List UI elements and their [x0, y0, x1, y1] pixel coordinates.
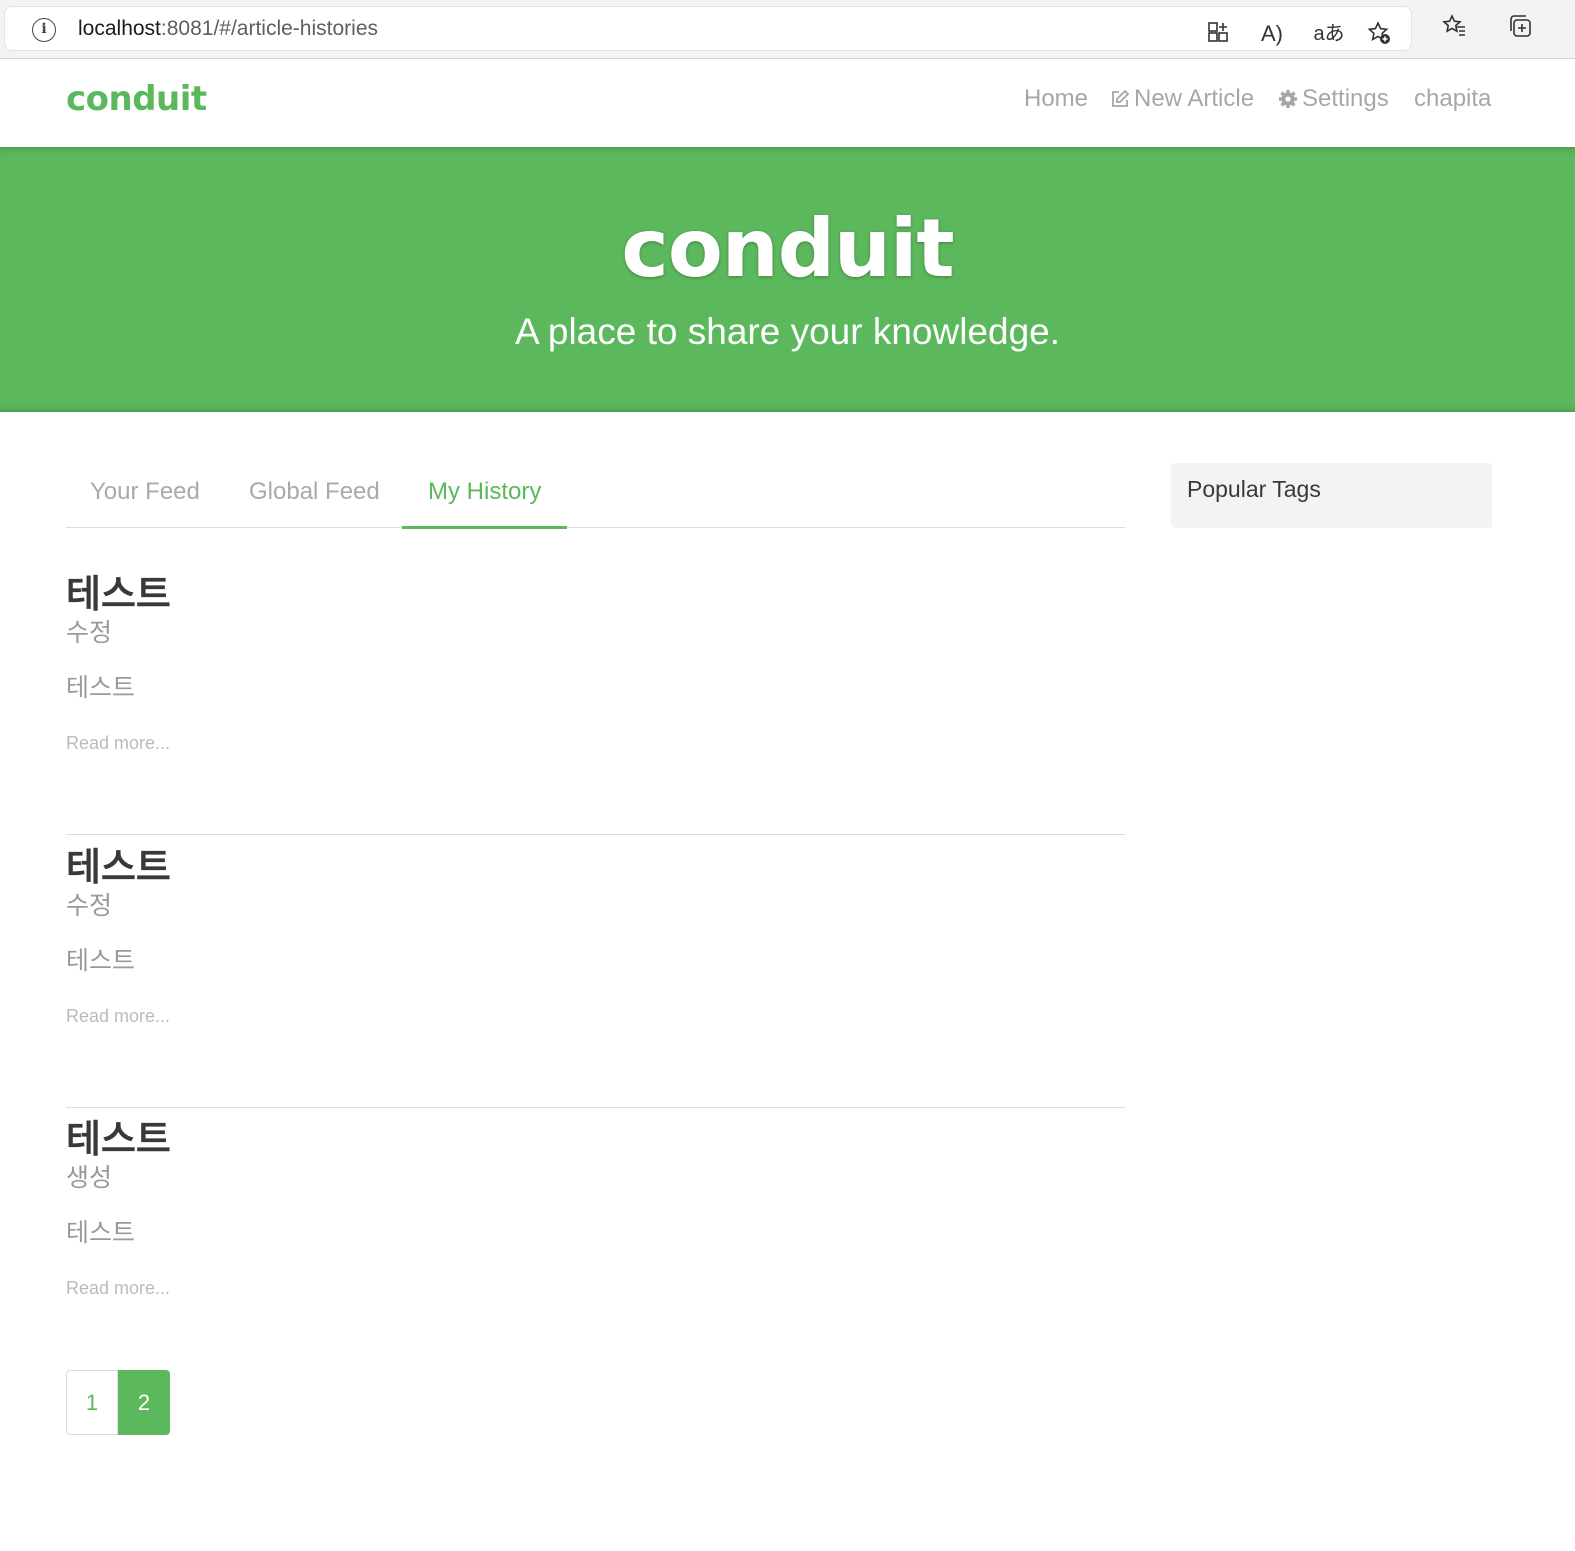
tab-my-history[interactable]: My History [402, 478, 568, 529]
popular-tags-sidebar: Popular Tags [1171, 463, 1492, 528]
brand-logo[interactable]: conduit [66, 79, 207, 119]
article-title[interactable]: 테스트 [66, 836, 171, 891]
nav-home-link[interactable]: Home [1024, 85, 1088, 113]
article-title[interactable]: 테스트 [66, 1108, 171, 1163]
pagination: 1 2 [66, 1370, 170, 1435]
article-subtitle: 수정 [66, 891, 113, 920]
nav-new-article-link[interactable]: New Article [1110, 85, 1254, 113]
translate-icon[interactable]: aあ [1311, 20, 1347, 48]
sidebar-title: Popular Tags [1187, 476, 1321, 502]
page-link-1[interactable]: 1 [66, 1370, 118, 1435]
nav-settings-link[interactable]: Settings [1278, 85, 1389, 113]
hero-banner: conduit A place to share your knowledge. [0, 147, 1575, 412]
favorites-icon[interactable] [1440, 13, 1468, 41]
add-favorite-icon[interactable] [1365, 20, 1393, 48]
banner-title: conduit [621, 202, 954, 295]
edit-icon [1112, 89, 1130, 107]
read-more-link[interactable]: Read more... [66, 1278, 170, 1299]
app-grid-icon[interactable] [1204, 20, 1232, 48]
article-description: 테스트 [66, 673, 136, 702]
address-bar[interactable]: i localhost:8081/#/article-histories A) … [4, 6, 1412, 51]
page-link-2[interactable]: 2 [118, 1370, 170, 1435]
tab-your-feed[interactable]: Your Feed [90, 478, 200, 526]
read-aloud-icon[interactable]: A) [1258, 20, 1286, 48]
nav-new-article-label: New Article [1134, 85, 1255, 112]
feed-tabs: Your Feed Global Feed My History [66, 463, 1125, 529]
banner-subtitle: A place to share your knowledge. [514, 311, 1061, 352]
browser-toolbar: i localhost:8081/#/article-histories A) … [0, 0, 1575, 59]
site-navbar: conduit Home New Article Settings chapit… [0, 59, 1575, 147]
article-preview: 테스트 생성 테스트 Read more... [66, 1108, 1125, 1380]
url-text[interactable]: localhost:8081/#/article-histories [78, 17, 378, 41]
read-more-link[interactable]: Read more... [66, 733, 170, 754]
collections-icon[interactable] [1506, 13, 1534, 41]
article-description: 테스트 [66, 1218, 136, 1247]
article-subtitle: 생성 [66, 1163, 113, 1192]
gear-icon [1279, 90, 1297, 108]
info-icon[interactable]: i [32, 18, 56, 42]
tab-global-feed[interactable]: Global Feed [249, 478, 380, 526]
article-subtitle: 수정 [66, 618, 113, 647]
article-title[interactable]: 테스트 [66, 563, 171, 618]
article-preview: 테스트 수정 테스트 Read more... [66, 563, 1125, 835]
article-description: 테스트 [66, 946, 136, 975]
nav-profile-link[interactable]: chapita [1414, 85, 1491, 113]
read-more-link[interactable]: Read more... [66, 1006, 170, 1027]
article-preview: 테스트 수정 테스트 Read more... [66, 836, 1125, 1108]
nav-settings-label: Settings [1302, 85, 1389, 112]
